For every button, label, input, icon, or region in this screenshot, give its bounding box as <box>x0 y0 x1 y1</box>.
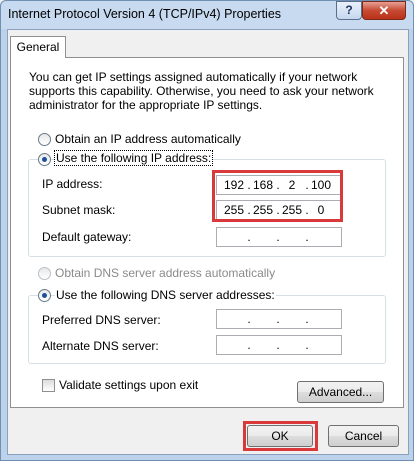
ip-highlight-box <box>212 170 343 222</box>
obtain-ip-auto-radio[interactable] <box>38 133 51 146</box>
validate-settings-label[interactable]: Validate settings upon exit <box>59 378 198 392</box>
subnet-mask-label: Subnet mask: <box>42 203 116 217</box>
octet-separator: . <box>247 230 251 244</box>
use-following-ip-radio[interactable] <box>38 153 51 166</box>
window-title: Internet Protocol Version 4 (TCP/IPv4) P… <box>8 7 282 21</box>
use-following-dns-label[interactable]: Use the following DNS server addresses: <box>55 288 276 302</box>
obtain-dns-auto-radio[interactable] <box>38 267 51 280</box>
ok-highlight-box <box>243 421 318 451</box>
octet-separator: . <box>305 312 309 326</box>
octet-separator: . <box>276 312 280 326</box>
obtain-ip-auto-label[interactable]: Obtain an IP address automatically <box>55 132 241 146</box>
octet-separator: . <box>247 312 251 326</box>
info-text: You can get IP settings assigned automat… <box>29 70 374 112</box>
tab-general[interactable]: General <box>10 36 66 58</box>
help-icon: ? <box>345 3 353 17</box>
title-bar: Internet Protocol Version 4 (TCP/IPv4) P… <box>0 0 414 30</box>
validate-settings-checkbox[interactable] <box>42 379 55 392</box>
octet-separator: . <box>276 338 280 352</box>
default-gateway-label: Default gateway: <box>42 230 132 244</box>
help-button[interactable]: ? <box>336 1 362 20</box>
close-button[interactable]: ✕ <box>362 1 406 20</box>
preferred-dns-label: Preferred DNS server: <box>42 313 161 327</box>
alternate-dns-field[interactable]: . . . <box>216 335 342 355</box>
close-icon: ✕ <box>378 3 390 18</box>
octet-separator: . <box>305 230 309 244</box>
alternate-dns-label: Alternate DNS server: <box>42 339 159 353</box>
cancel-button[interactable]: Cancel <box>328 425 399 447</box>
octet-separator: . <box>247 338 251 352</box>
octet-separator: . <box>276 230 280 244</box>
default-gateway-field[interactable]: . . . <box>216 227 342 247</box>
octet-separator: . <box>305 338 309 352</box>
obtain-dns-auto-label[interactable]: Obtain DNS server address automatically <box>55 266 275 280</box>
use-following-ip-label[interactable]: Use the following IP address: <box>53 150 214 166</box>
advanced-button[interactable]: Advanced... <box>297 381 384 403</box>
ip-address-label: IP address: <box>42 177 103 191</box>
preferred-dns-field[interactable]: . . . <box>216 309 342 329</box>
use-following-dns-radio[interactable] <box>38 289 51 302</box>
